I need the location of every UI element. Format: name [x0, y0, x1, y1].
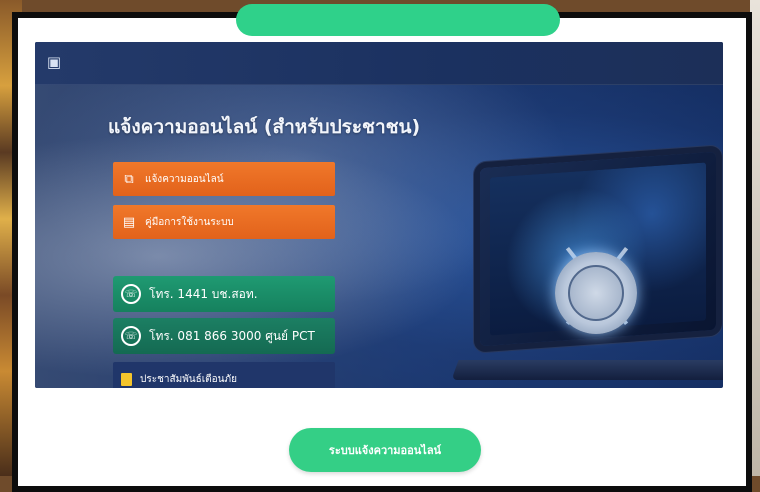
online-report-system-button[interactable]: ระบบแจ้งความออนไลน์: [289, 428, 481, 472]
hotline-1441-number: โทร. 1441 บช.สอท.: [149, 286, 258, 301]
hotline-pct-text: โทร. 081 866 3000 ศูนย์ PCT: [149, 330, 315, 343]
hero-header-bar: ▣: [35, 42, 723, 85]
hotline-pct-number: โทร. 081 866 3000 ศูนย์ PCT: [149, 328, 315, 343]
police-emblem-icon: [555, 252, 637, 334]
report-online-label: แจ้งความออนไลน์: [145, 173, 224, 185]
phone-icon: ☏: [121, 326, 141, 346]
hero-banner: ▣ แจ้งความออนไลน์ (สำหรับประชาชน) ⧉ แจ้ง…: [35, 42, 723, 388]
user-manual-button[interactable]: ▤ คู่มือการใช้งานระบบ: [113, 205, 335, 239]
police-badge-icon: ▣: [46, 53, 62, 71]
top-cta-pill[interactable]: [236, 4, 560, 36]
hotline-pct-button[interactable]: ☏ โทร. 081 866 3000 ศูนย์ PCT: [113, 318, 335, 354]
fraud-alert-button[interactable]: ประชาสัมพันธ์เตือนภัย: [113, 362, 335, 388]
report-online-button[interactable]: ⧉ แจ้งความออนไลน์: [113, 162, 335, 196]
laptop-base: [451, 360, 723, 380]
notice-icon: [121, 372, 132, 386]
hotline-1441-button[interactable]: ☏ โทร. 1441 บช.สอท.: [113, 276, 335, 312]
phone-icon: ☏: [121, 284, 141, 304]
page-title: แจ้งความออนไลน์ (สำหรับประชาชน): [108, 116, 421, 138]
user-manual-label: คู่มือการใช้งานระบบ: [145, 216, 234, 228]
external-link-icon: ⧉: [124, 171, 134, 187]
document-icon: ▤: [122, 214, 136, 230]
fraud-alert-label: ประชาสัมพันธ์เตือนภัย: [140, 373, 237, 385]
emblem-inner: [568, 265, 624, 321]
hotline-1441-text: โทร. 1441 บช.สอท.: [149, 288, 258, 301]
